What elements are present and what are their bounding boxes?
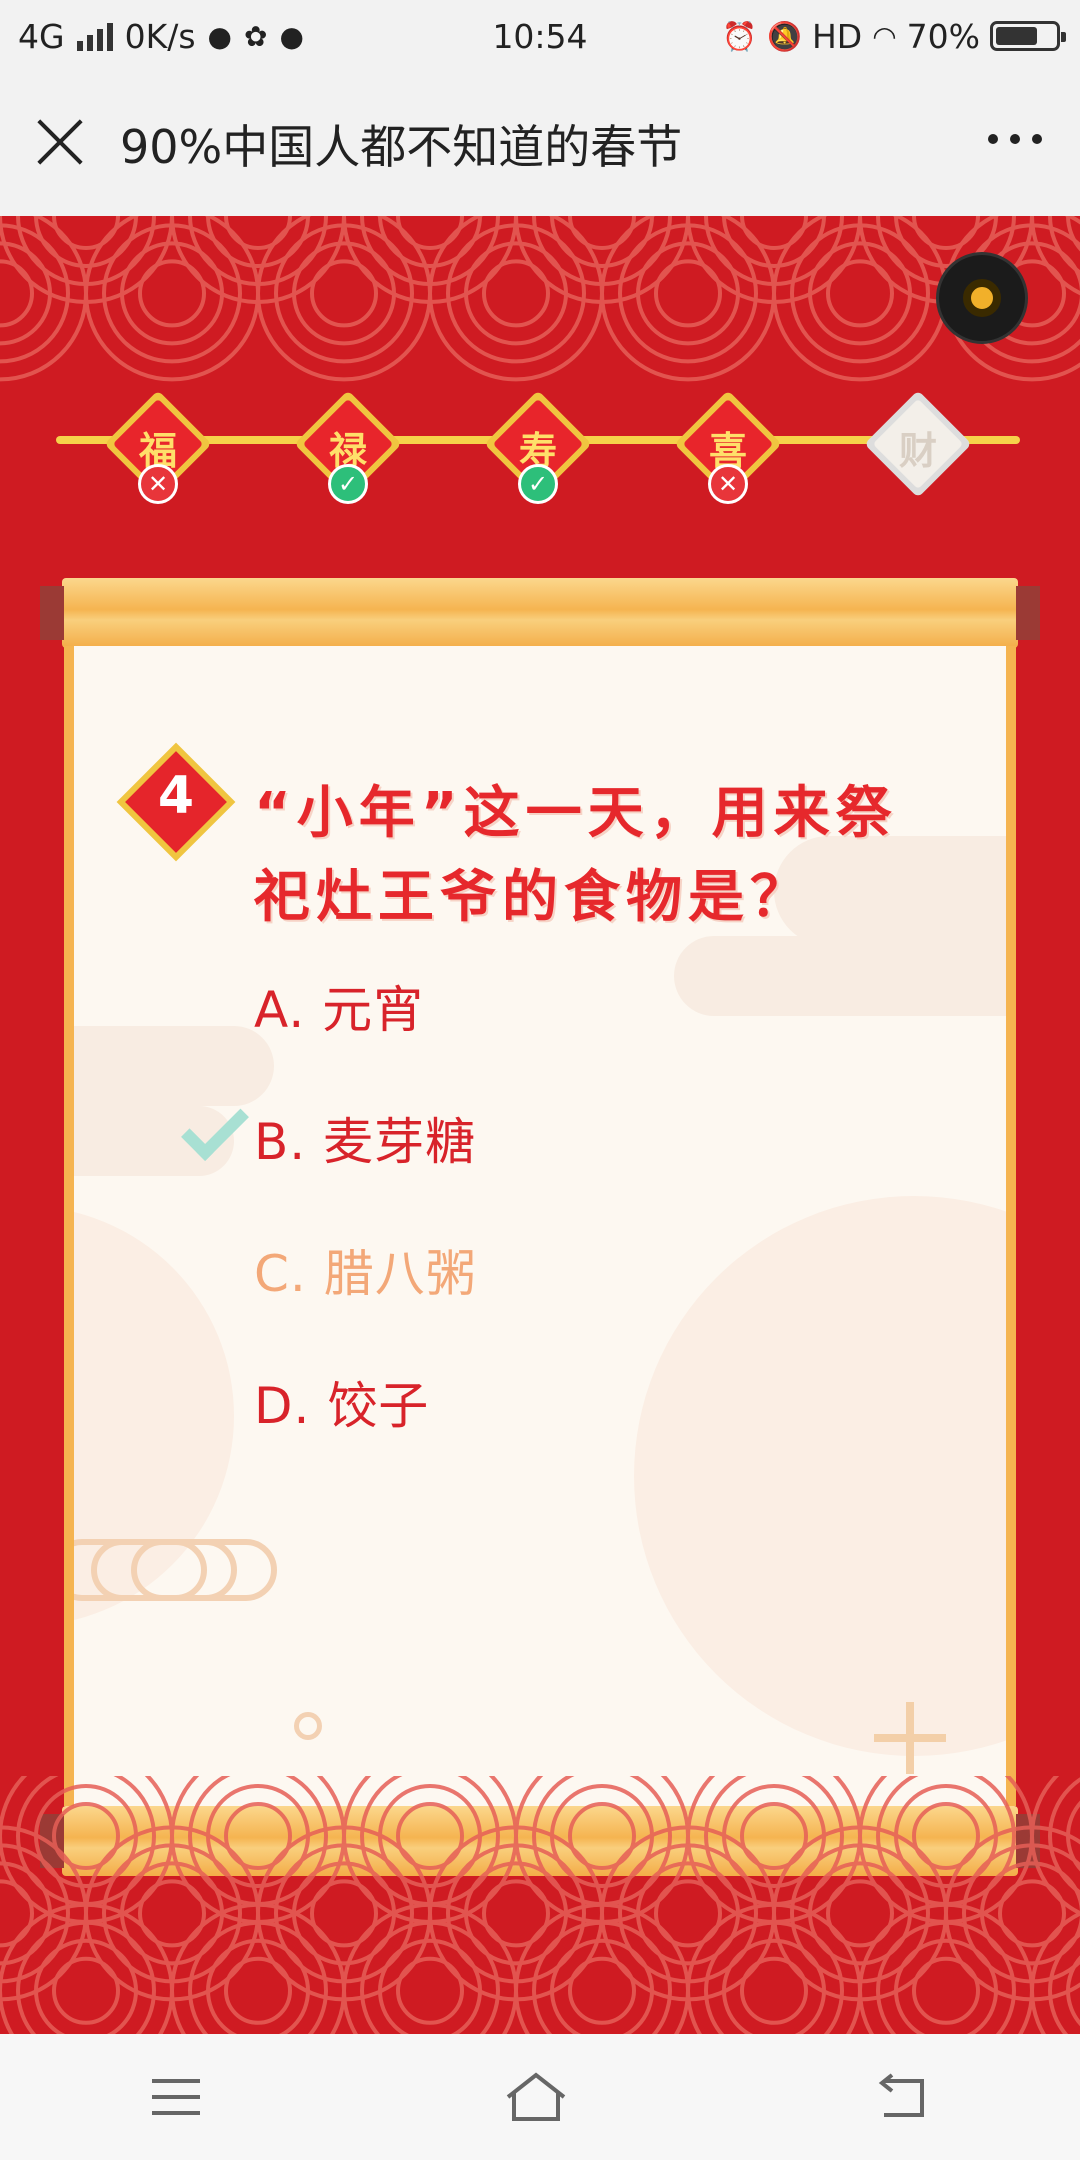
progress-stage: 禄 ✓	[294, 390, 402, 504]
decorative-ring	[294, 1712, 322, 1740]
question-text: “小年”这一天，用来祭祀灶王爷的食物是？	[254, 781, 898, 930]
sparkle-icon	[874, 1702, 946, 1774]
music-toggle-icon[interactable]	[936, 252, 1028, 344]
progress-stage: 财	[864, 390, 972, 498]
correct-mark-icon: ✓	[518, 464, 558, 504]
question-number: 4	[157, 766, 195, 826]
more-options-icon[interactable]	[988, 134, 1042, 144]
answer-option[interactable]: D. 饺子	[254, 1366, 429, 1438]
wifi-icon: ◠	[872, 19, 897, 53]
page-title: 90%中国人都不知道的春节	[120, 120, 683, 174]
decorative-rings	[74, 1539, 277, 1601]
answer-option[interactable]: C. 腊八粥	[254, 1234, 477, 1306]
question-scroll: 4 “小年”这一天，用来祭祀灶王爷的食物是？ A. 元宵 B. 麦芽糖 C. 腊八粥…	[64, 646, 1016, 1806]
wave-pattern-bottom	[0, 1776, 1080, 2034]
mute-icon: 🔕	[767, 19, 802, 53]
answer-option[interactable]: B. 麦芽糖	[254, 1102, 476, 1174]
correct-mark-icon: ✓	[328, 464, 368, 504]
quiz-game-area: 福 ✕ 禄 ✓ 寿 ✓ 喜 ✕ 财 4 “小年”这一天，用来祭祀灶王爷的食物是？ A. 元宵 B.…	[0, 216, 1080, 2034]
wrong-mark-icon: ✕	[708, 464, 748, 504]
answer-option[interactable]: A. 元宵	[254, 970, 424, 1042]
progress-stage: 喜 ✕	[674, 390, 782, 504]
progress-stage: 福 ✕	[104, 390, 212, 504]
hd-indicator: HD	[811, 16, 863, 56]
stage-char: 财	[898, 429, 937, 473]
title-bar: 90%中国人都不知道的春节	[0, 72, 1080, 216]
back-icon[interactable]	[872, 2073, 928, 2121]
status-bar: 4G 0K/s ● ✿ ● 10:54 ⏰ 🔕 HD ◠ 70%	[0, 0, 1080, 72]
home-icon[interactable]	[504, 2069, 568, 2125]
system-nav-bar	[0, 2034, 1080, 2160]
wave-pattern-top	[0, 216, 1080, 382]
scroll-roller-top	[40, 578, 1040, 648]
close-icon[interactable]	[34, 116, 86, 168]
wrong-mark-icon: ✕	[138, 464, 178, 504]
battery-percent: 70%	[906, 16, 980, 56]
alarm-icon: ⏰	[722, 19, 758, 53]
battery-icon	[990, 21, 1066, 51]
correct-check-icon	[186, 1098, 246, 1158]
menu-icon[interactable]	[152, 2079, 200, 2115]
progress-stage: 寿 ✓	[484, 390, 592, 504]
